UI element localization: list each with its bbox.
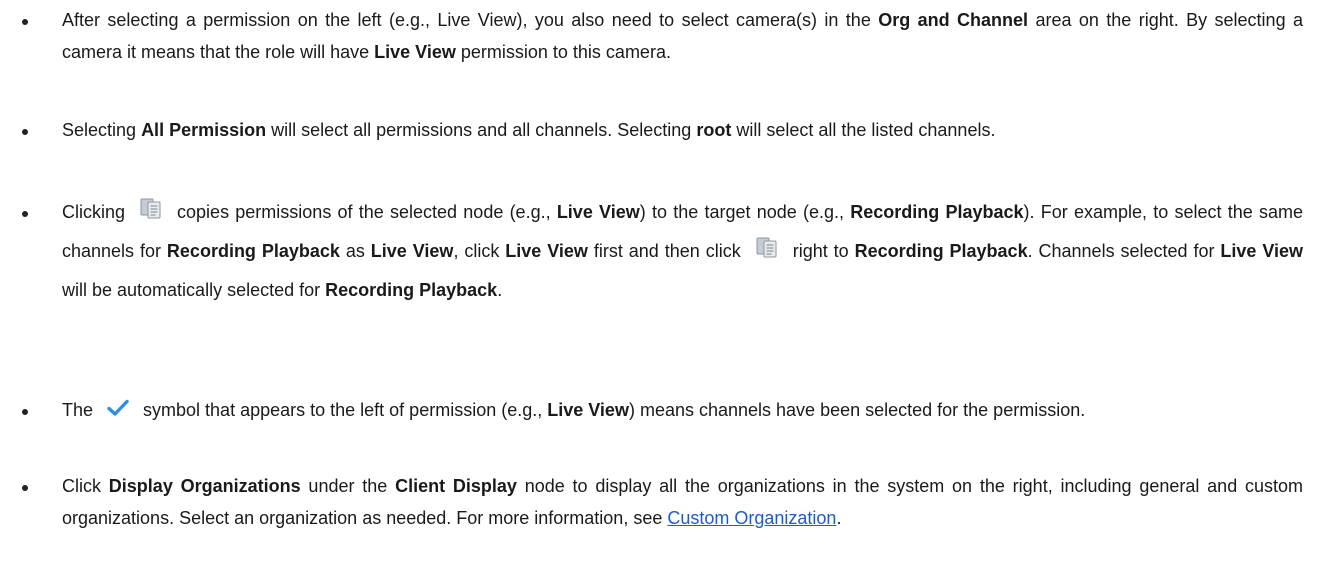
bold-term: Live View: [547, 400, 629, 420]
bullet-dot: [22, 211, 28, 217]
bold-term: Recording Playback: [166, 241, 340, 261]
bold-term: Live View: [505, 241, 588, 261]
text: copies permissions of the selected node …: [177, 202, 557, 222]
list-item-check-symbol: The symbol that appears to the left of p…: [0, 394, 1317, 426]
bold-term: Recording Playback: [850, 202, 1024, 222]
text: The: [62, 400, 94, 420]
text: After selecting a permission on the left…: [62, 10, 879, 30]
text: ) means channels have been selected for …: [628, 400, 1086, 420]
bullet-dot: [22, 409, 28, 415]
list-item-all-permission: Selecting All Permission will select all…: [0, 114, 1317, 146]
bold-term: Display Organizations: [108, 476, 301, 496]
bold-term: All Permission: [141, 120, 267, 140]
copy-permissions-icon[interactable]: [139, 196, 163, 220]
bold-term: Live View: [1220, 241, 1304, 261]
bold-term: Live View: [370, 241, 454, 261]
text: under the: [300, 476, 396, 496]
list-item-display-orgs: Click Display Organizations under the Cl…: [0, 470, 1317, 534]
text: as: [339, 241, 371, 261]
text: will select all the listed channels.: [731, 120, 996, 140]
bold-term: Client Display: [395, 476, 517, 496]
bullet-dot: [22, 19, 28, 25]
text: right to: [792, 241, 855, 261]
document-page: After selecting a permission on the left…: [0, 0, 1317, 566]
custom-organization-link[interactable]: Custom Organization: [667, 508, 836, 528]
bold-term: Live View: [556, 202, 640, 222]
text: first and then click: [587, 241, 741, 261]
text: Click: [62, 476, 109, 496]
checkmark-icon: [107, 399, 129, 416]
bullet-dot: [22, 485, 28, 491]
text: Clicking: [62, 202, 126, 222]
text: .: [836, 508, 842, 528]
text: . Channels selected for: [1027, 241, 1221, 261]
list-item-copy-permissions: Clicking copies permissions of the selec…: [0, 196, 1317, 306]
bold-term: Recording Playback: [325, 280, 498, 300]
text: will be automatically selected for: [62, 280, 326, 300]
text: Selecting: [62, 120, 142, 140]
bold-term: Live View: [374, 42, 456, 62]
text: permission to this camera.: [455, 42, 671, 62]
text: ) to the target node (e.g.,: [639, 202, 851, 222]
list-item-permission-select: After selecting a permission on the left…: [0, 4, 1317, 68]
bold-term: root: [696, 120, 732, 140]
bullet-dot: [22, 129, 28, 135]
text: , click: [453, 241, 506, 261]
bold-term: Recording Playback: [854, 241, 1028, 261]
bold-term: Org and Channel: [878, 10, 1029, 30]
copy-permissions-icon[interactable]: [755, 235, 779, 259]
text: will select all permissions and all chan…: [266, 120, 697, 140]
text: symbol that appears to the left of permi…: [143, 400, 548, 420]
text: .: [497, 280, 503, 300]
